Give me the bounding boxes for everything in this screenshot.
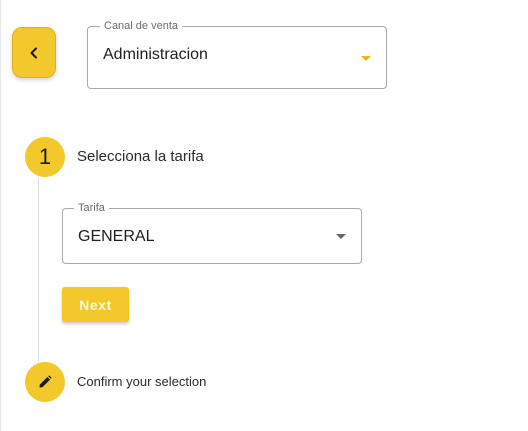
dropdown-caret-icon (361, 56, 371, 61)
step-1-number: 1 (38, 144, 52, 169)
pencil-icon (39, 375, 52, 388)
canal-de-venta-label: Canal de venta (100, 19, 182, 33)
canal-de-venta-select[interactable]: Canal de venta Administracion (87, 19, 387, 89)
back-button[interactable] (12, 27, 56, 78)
step-2-indicator (25, 362, 65, 402)
left-divider (0, 0, 1, 431)
page: Canal de venta Administracion 1 Seleccio… (0, 0, 528, 431)
next-button[interactable]: Next (62, 287, 129, 322)
tarifa-label: Tarifa (74, 201, 109, 215)
canal-de-venta-value: Administracion (103, 46, 208, 63)
step-1-label: Selecciona la tarifa (77, 148, 204, 165)
step-2-label: Confirm your selection (77, 374, 207, 389)
tarifa-value: GENERAL (78, 228, 155, 245)
step-1-indicator: 1 (25, 137, 65, 177)
dropdown-caret-icon (336, 234, 346, 239)
tarifa-select[interactable]: Tarifa GENERAL (62, 201, 362, 264)
stepper-connector (38, 178, 39, 362)
chevron-left-icon (30, 47, 37, 58)
